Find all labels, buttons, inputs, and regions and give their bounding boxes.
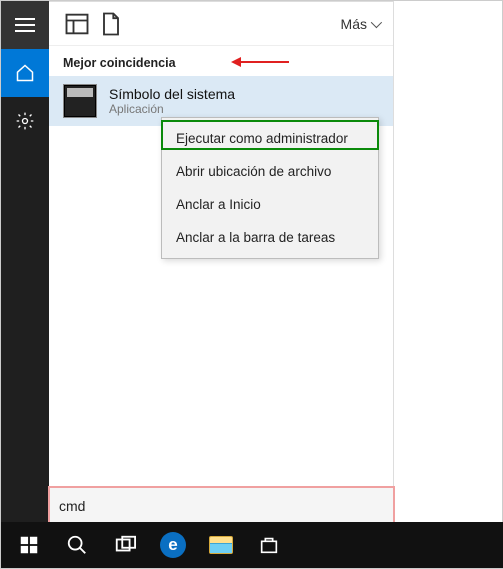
result-subtitle: Aplicación [109, 102, 235, 116]
context-menu: Ejecutar como administrador Abrir ubicac… [161, 117, 379, 259]
windows-icon [18, 534, 40, 556]
panel-toolbar: Más [49, 2, 393, 46]
cmd-icon [63, 84, 97, 118]
ctx-pin-to-taskbar[interactable]: Anclar a la barra de tareas [162, 221, 378, 254]
home-button[interactable] [1, 49, 49, 97]
section-header: Mejor coincidencia [49, 46, 393, 76]
ctx-run-as-admin[interactable]: Ejecutar como administrador [162, 122, 378, 155]
search-button[interactable] [53, 522, 101, 568]
home-icon [15, 63, 35, 83]
more-label: Más [341, 16, 367, 32]
document-icon [97, 10, 125, 38]
hamburger-icon [15, 18, 35, 32]
file-explorer-button[interactable] [197, 522, 245, 568]
settings-button[interactable] [1, 97, 49, 145]
result-text: Símbolo del sistema Aplicación [109, 86, 235, 116]
edge-button[interactable]: e [149, 522, 197, 568]
taskbar: e [1, 522, 503, 568]
task-view-button[interactable] [101, 522, 149, 568]
store-button[interactable] [245, 522, 293, 568]
store-icon [258, 534, 280, 556]
search-input[interactable] [59, 498, 384, 514]
layout-icon [63, 10, 91, 38]
search-panel: Más Mejor coincidencia Símbolo del siste… [49, 1, 394, 524]
filter-documents-button[interactable] [97, 10, 125, 38]
filter-apps-button[interactable] [63, 10, 91, 38]
hamburger-button[interactable] [1, 1, 49, 49]
start-sidebar [1, 1, 49, 524]
search-bar[interactable] [49, 487, 394, 524]
result-title: Símbolo del sistema [109, 86, 235, 102]
search-icon [66, 534, 88, 556]
task-view-icon [114, 534, 136, 556]
chevron-down-icon [371, 16, 382, 27]
edge-icon: e [160, 532, 186, 558]
folder-icon [209, 536, 233, 554]
start-button[interactable] [5, 522, 53, 568]
gear-icon [15, 111, 35, 131]
annotation-arrow [231, 55, 291, 69]
ctx-pin-to-start[interactable]: Anclar a Inicio [162, 188, 378, 221]
ctx-open-file-location[interactable]: Abrir ubicación de archivo [162, 155, 378, 188]
more-filters-dropdown[interactable]: Más [341, 16, 379, 32]
